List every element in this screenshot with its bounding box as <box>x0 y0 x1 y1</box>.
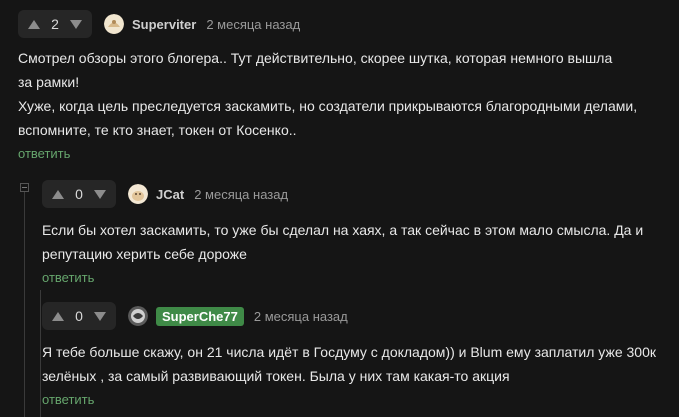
author-name[interactable]: SuperChe77 <box>156 306 244 326</box>
comment-text: Я тебе больше скажу, он 21 числа идёт в … <box>42 340 672 388</box>
avatar[interactable] <box>104 14 124 34</box>
comment-line: вспомните, те кто знает, токен от Косенк… <box>18 122 297 138</box>
author-name[interactable]: Superviter <box>132 17 196 32</box>
comment-line: Если бы хотел заскамить, то уже бы сдела… <box>42 222 644 238</box>
downvote-icon[interactable] <box>66 14 86 34</box>
comment-header: 2 Superviter 2 месяца назад <box>18 10 668 38</box>
comment-text: Смотрел обзоры этого блогера.. Тут дейст… <box>18 46 668 142</box>
comment-line: зелёных , за самый развивающий токен. Бы… <box>42 368 510 384</box>
vote-box: 2 <box>18 10 92 38</box>
comment-header: 0 JCat 2 месяца назад <box>42 180 672 208</box>
comment-timestamp[interactable]: 2 месяца назад <box>254 309 348 324</box>
comment-header: 0 SuperChe77 2 месяца назад <box>42 302 672 330</box>
avatar[interactable] <box>128 184 148 204</box>
comment-line: Я тебе больше скажу, он 21 числа идёт в … <box>42 344 656 360</box>
comment-timestamp[interactable]: 2 месяца назад <box>194 187 288 202</box>
comment-timestamp[interactable]: 2 месяца назад <box>206 17 300 32</box>
comment: 2 Superviter 2 месяца назад Смотрел обзо… <box>18 10 668 161</box>
upvote-icon[interactable] <box>24 14 44 34</box>
comment-line: за рамки! <box>18 74 80 90</box>
reply-button[interactable]: ответить <box>18 146 668 161</box>
comment: 0 SuperChe77 2 месяца назад Я тебе больш… <box>42 302 672 407</box>
vote-score: 0 <box>75 308 83 324</box>
avatar[interactable] <box>128 306 148 326</box>
downvote-icon[interactable] <box>90 184 110 204</box>
comment-line: репутацию херить себе дороже <box>42 246 247 262</box>
upvote-icon[interactable] <box>48 184 68 204</box>
vote-score: 2 <box>51 16 59 32</box>
thread-line <box>24 190 25 417</box>
comment: 0 JCat 2 месяца назад Если бы хотел заск… <box>42 180 672 285</box>
vote-box: 0 <box>42 302 116 330</box>
comment-line: Смотрел обзоры этого блогера.. Тут дейст… <box>18 50 613 66</box>
author-name[interactable]: JCat <box>156 187 184 202</box>
comment-line: Хуже, когда цель преследуется заскамить,… <box>18 98 638 114</box>
vote-score: 0 <box>75 186 83 202</box>
downvote-icon[interactable] <box>90 306 110 326</box>
upvote-icon[interactable] <box>48 306 68 326</box>
collapse-thread-button[interactable] <box>20 183 29 192</box>
reply-button[interactable]: ответить <box>42 392 672 407</box>
reply-button[interactable]: ответить <box>42 270 672 285</box>
vote-box: 0 <box>42 180 116 208</box>
nested-thread-line <box>40 290 41 417</box>
comment-text: Если бы хотел заскамить, то уже бы сдела… <box>42 218 672 266</box>
